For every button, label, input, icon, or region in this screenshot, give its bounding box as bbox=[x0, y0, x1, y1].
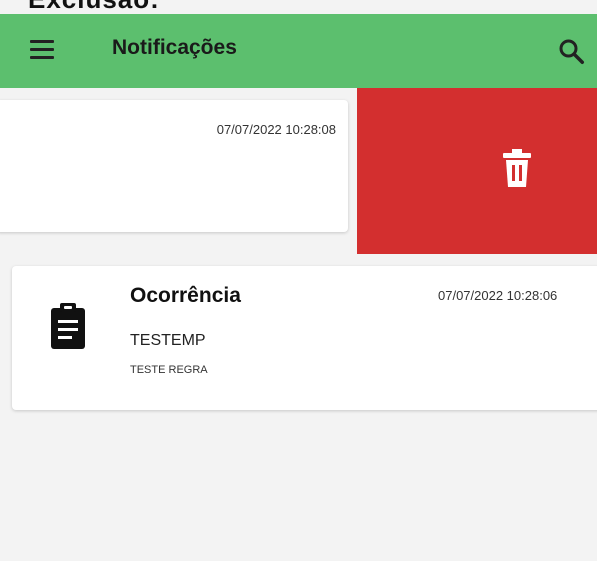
notification-date: 07/07/2022 10:28:06 bbox=[438, 288, 558, 303]
delete-action-area[interactable] bbox=[357, 88, 597, 254]
notification-card-swiped[interactable]: 07/07/2022 10:28:08 bbox=[0, 100, 348, 232]
menu-icon[interactable] bbox=[30, 40, 54, 60]
page-title: Notificações bbox=[112, 36, 237, 59]
search-icon[interactable] bbox=[556, 36, 586, 66]
swiped-notification-row[interactable]: 07/07/2022 10:28:08 bbox=[0, 88, 597, 254]
trash-icon[interactable] bbox=[502, 148, 532, 188]
notification-date: 07/07/2022 10:28:08 bbox=[216, 122, 336, 137]
notification-detail: TESTE REGRA bbox=[130, 364, 208, 376]
screen-caption: Exclusão: bbox=[28, 0, 160, 15]
notification-card[interactable]: Ocorrência 07/07/2022 10:28:06 TESTEMP T… bbox=[12, 266, 597, 410]
app-bar: Notificações bbox=[0, 14, 597, 88]
notification-title: Ocorrência bbox=[130, 284, 241, 307]
clipboard-icon bbox=[51, 303, 85, 349]
notification-subtitle: TESTEMP bbox=[130, 332, 206, 349]
